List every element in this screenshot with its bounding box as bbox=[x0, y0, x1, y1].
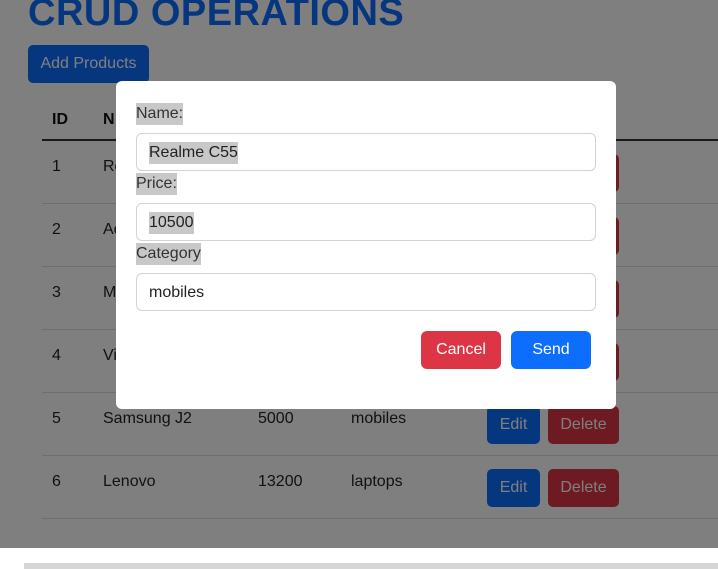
price-label: Price: bbox=[136, 173, 177, 195]
send-button[interactable]: Send bbox=[511, 331, 591, 369]
cancel-button[interactable]: Cancel bbox=[421, 331, 501, 369]
category-input-value: mobiles bbox=[149, 284, 205, 301]
price-input[interactable]: 10500 bbox=[136, 203, 596, 241]
category-input[interactable]: mobiles bbox=[136, 273, 596, 311]
page: CRUD OPERATIONS Add Products ID N 1 Re E… bbox=[0, 0, 718, 548]
horizontal-scrollbar[interactable] bbox=[24, 563, 718, 569]
product-modal: Name: Realme C55 Price: 10500 Category m… bbox=[116, 81, 616, 409]
name-input[interactable]: Realme C55 bbox=[136, 133, 596, 171]
category-label: Category bbox=[136, 243, 201, 265]
name-input-value: Realme C55 bbox=[149, 142, 238, 164]
name-label: Name: bbox=[136, 103, 184, 125]
window-bottom-bar bbox=[0, 548, 718, 569]
price-input-value: 10500 bbox=[149, 212, 194, 234]
